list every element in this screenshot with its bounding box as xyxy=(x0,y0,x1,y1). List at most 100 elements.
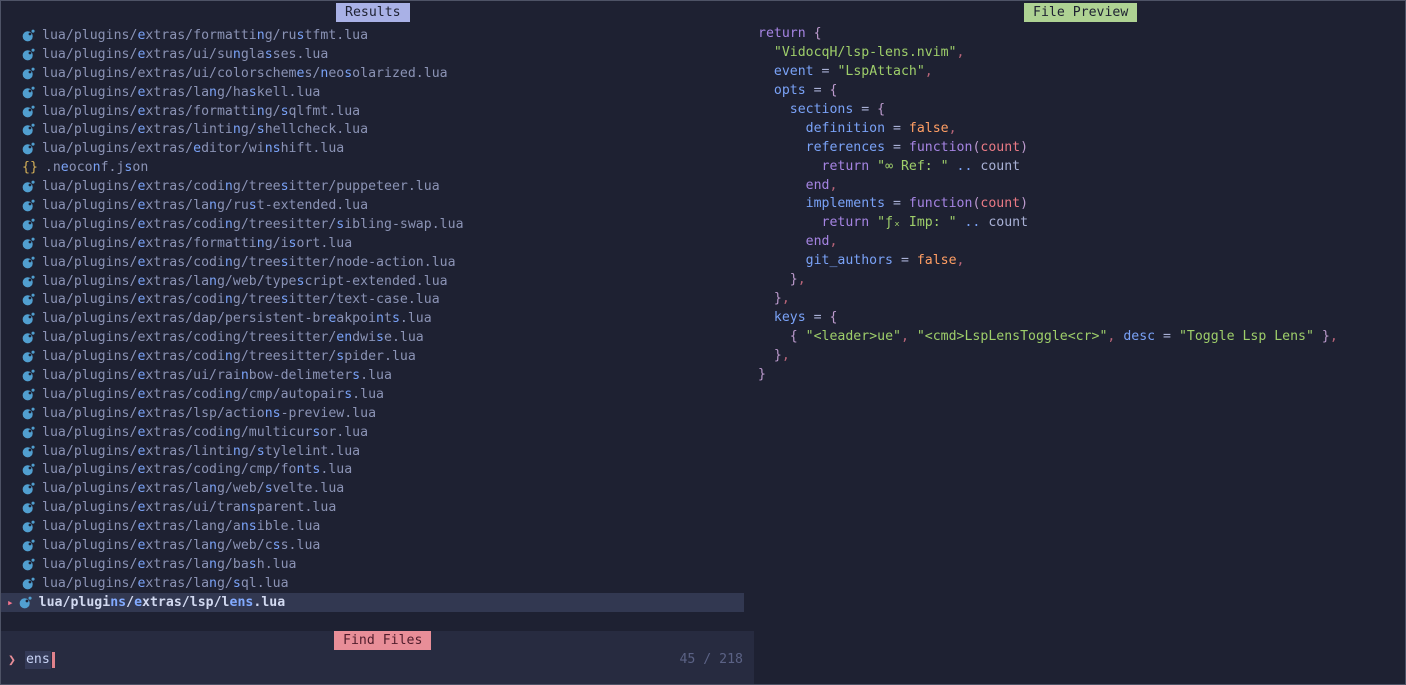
file-path: lua/plugins/extras/formatting/rustfmt.lu… xyxy=(42,28,368,43)
result-row[interactable]: ▸ lua/plugins/extras/lsp/lens.lua xyxy=(1,593,744,612)
lua-file-icon xyxy=(22,312,35,325)
result-row[interactable]: ▸lua/plugins/extras/lang/web/css.lua xyxy=(1,536,754,555)
result-row[interactable]: ▸lua/plugins/extras/lang/bash.lua xyxy=(1,555,754,574)
lua-file-icon xyxy=(22,558,35,571)
file-path: lua/plugins/extras/lang/rust-extended.lu… xyxy=(42,198,368,213)
file-path: lua/plugins/extras/coding/cmp/autopairs.… xyxy=(42,387,384,402)
code-line: "VidocqH/lsp-lens.nvim", xyxy=(758,44,1338,63)
file-path: lua/plugins/extras/coding/multicursor.lu… xyxy=(42,425,368,440)
file-path: lua/plugins/extras/coding/treesitter/sib… xyxy=(42,217,464,232)
result-row[interactable]: ▸lua/plugins/extras/coding/treesitter/si… xyxy=(1,215,754,234)
file-path: lua/plugins/extras/ui/colorschemes/neoso… xyxy=(42,66,448,81)
selection-caret-icon: ▸ xyxy=(7,596,14,609)
code-line: return { xyxy=(758,25,1338,44)
file-path: lua/plugins/extras/ui/transparent.lua xyxy=(42,500,336,515)
result-row[interactable]: ▸lua/plugins/extras/lang/web/svelte.lua xyxy=(1,479,754,498)
result-row[interactable]: ▸lua/plugins/extras/lang/sql.lua xyxy=(1,574,754,593)
result-row[interactable]: ▸lua/plugins/extras/lang/ansible.lua xyxy=(1,517,754,536)
results-list: ▸ lua/plugins/extras/formatting/rustfmt.l… xyxy=(1,26,754,612)
lua-file-icon xyxy=(22,426,35,439)
result-row[interactable]: ▸lua/plugins/extras/coding/cmp/fonts.lua xyxy=(1,460,754,479)
file-path: lua/plugins/extras/formatting/sqlfmt.lua xyxy=(42,104,360,119)
file-path: lua/plugins/extras/linting/shellcheck.lu… xyxy=(42,122,368,137)
lua-file-icon xyxy=(22,218,35,231)
result-row[interactable]: ▸lua/plugins/extras/lsp/actions-preview.… xyxy=(1,404,754,423)
lua-file-icon xyxy=(22,199,35,212)
lua-file-icon xyxy=(22,123,35,136)
file-path: lua/plugins/extras/coding/treesitter/pup… xyxy=(42,179,440,194)
file-path: lua/plugins/extras/lang/bash.lua xyxy=(42,557,297,572)
code-line: git_authors = false, xyxy=(758,252,1338,271)
file-path: lua/plugins/extras/ui/sunglasses.lua xyxy=(42,47,328,62)
results-panel-title: Results xyxy=(336,3,410,22)
result-row[interactable]: ▸lua/plugins/extras/coding/treesitter/no… xyxy=(1,253,754,272)
result-row[interactable]: ▸lua/plugins/extras/linting/shellcheck.l… xyxy=(1,120,754,139)
code-line: definition = false, xyxy=(758,120,1338,139)
json-file-icon: {} xyxy=(22,160,38,175)
file-path: lua/plugins/extras/lang/web/typescript-e… xyxy=(42,274,448,289)
result-row[interactable]: ▸lua/plugins/extras/ui/sunglasses.lua xyxy=(1,45,754,64)
lua-file-icon xyxy=(22,407,35,420)
result-row[interactable]: ▸lua/plugins/extras/formatting/isort.lua xyxy=(1,234,754,253)
result-row[interactable]: ▸lua/plugins/extras/lang/rust-extended.l… xyxy=(1,196,754,215)
lua-file-icon xyxy=(19,596,32,609)
result-row[interactable]: ▸lua/plugins/extras/formatting/sqlfmt.lu… xyxy=(1,102,754,121)
search-query-input[interactable]: ens xyxy=(25,651,51,669)
file-path: lua/plugins/extras/coding/treesitter/nod… xyxy=(42,255,456,270)
result-row[interactable]: ▸lua/plugins/extras/formatting/rustfmt.l… xyxy=(1,26,754,45)
result-row[interactable]: ▸lua/plugins/extras/coding/treesitter/te… xyxy=(1,290,754,309)
file-path: lua/plugins/extras/lang/haskell.lua xyxy=(42,85,320,100)
result-counter: 45 / 218 xyxy=(679,652,743,667)
lua-file-icon xyxy=(22,463,35,476)
lua-file-icon xyxy=(22,256,35,269)
code-line: }, xyxy=(758,347,1338,366)
result-row[interactable]: ▸lua/plugins/extras/coding/cmp/autopairs… xyxy=(1,385,754,404)
file-path: lua/plugins/extras/lsp/actions-preview.l… xyxy=(42,406,376,421)
lua-file-icon xyxy=(22,539,35,552)
lua-file-icon xyxy=(22,86,35,99)
result-row[interactable]: ▸lua/plugins/extras/lang/haskell.lua xyxy=(1,83,754,102)
result-row[interactable]: ▸lua/plugins/extras/editor/winshift.lua xyxy=(1,139,754,158)
lua-file-icon xyxy=(22,501,35,514)
lua-file-icon xyxy=(22,237,35,250)
prompt-title: Find Files xyxy=(334,631,431,650)
lua-file-icon xyxy=(22,142,35,155)
result-row[interactable]: ▸lua/plugins/extras/coding/treesitter/en… xyxy=(1,328,754,347)
result-row[interactable]: ▸lua/plugins/extras/coding/multicursor.l… xyxy=(1,423,754,442)
telescope-find-files-window: Results File Preview ▸lua/plugins/extras… xyxy=(0,0,1406,685)
file-path: lua/plugins/extras/lsp/lens.lua xyxy=(39,595,286,610)
result-row[interactable]: ▸lua/plugins/extras/ui/rainbow-delimeter… xyxy=(1,366,754,385)
file-path: lua/plugins/extras/dap/persistent-breakp… xyxy=(42,311,432,326)
lua-file-icon xyxy=(22,388,35,401)
file-path: lua/plugins/extras/lang/sql.lua xyxy=(42,576,289,591)
code-line: { "<leader>ue", "<cmd>LspLensToggle<cr>"… xyxy=(758,328,1338,347)
lua-file-icon xyxy=(22,48,35,61)
text-cursor xyxy=(52,652,55,668)
file-path: lua/plugins/extras/ui/rainbow-delimeters… xyxy=(42,368,392,383)
lua-file-icon xyxy=(22,293,35,306)
result-row[interactable]: ▸lua/plugins/extras/coding/treesitter/sp… xyxy=(1,347,754,366)
code-line: return "ƒₓ Imp: " .. count xyxy=(758,214,1338,233)
code-line: opts = { xyxy=(758,82,1338,101)
lua-file-icon xyxy=(22,275,35,288)
result-row[interactable]: ▸{}.neoconf.json xyxy=(1,158,754,177)
lua-file-icon xyxy=(22,67,35,80)
prompt-caret-icon: ❯ xyxy=(8,653,16,668)
result-row[interactable]: ▸lua/plugins/extras/lang/web/typescript-… xyxy=(1,272,754,291)
code-line: }, xyxy=(758,290,1338,309)
result-row[interactable]: ▸lua/plugins/extras/ui/transparent.lua xyxy=(1,498,754,517)
result-row[interactable]: ▸lua/plugins/extras/linting/stylelint.lu… xyxy=(1,442,754,461)
result-row[interactable]: ▸lua/plugins/extras/coding/treesitter/pu… xyxy=(1,177,754,196)
prompt-line[interactable]: ❯ ens xyxy=(8,650,55,670)
file-path: lua/plugins/extras/formatting/isort.lua xyxy=(42,236,352,251)
code-line: event = "LspAttach", xyxy=(758,63,1338,82)
code-line: keys = { xyxy=(758,309,1338,328)
lua-file-icon xyxy=(22,577,35,590)
lua-file-icon xyxy=(22,180,35,193)
file-path: lua/plugins/extras/linting/stylelint.lua xyxy=(42,444,360,459)
result-row[interactable]: ▸lua/plugins/extras/ui/colorschemes/neos… xyxy=(1,64,754,83)
code-line: return "∞ Ref: " .. count xyxy=(758,158,1338,177)
code-line: references = function(count) xyxy=(758,139,1338,158)
result-row[interactable]: ▸lua/plugins/extras/dap/persistent-break… xyxy=(1,309,754,328)
lua-file-icon xyxy=(22,105,35,118)
